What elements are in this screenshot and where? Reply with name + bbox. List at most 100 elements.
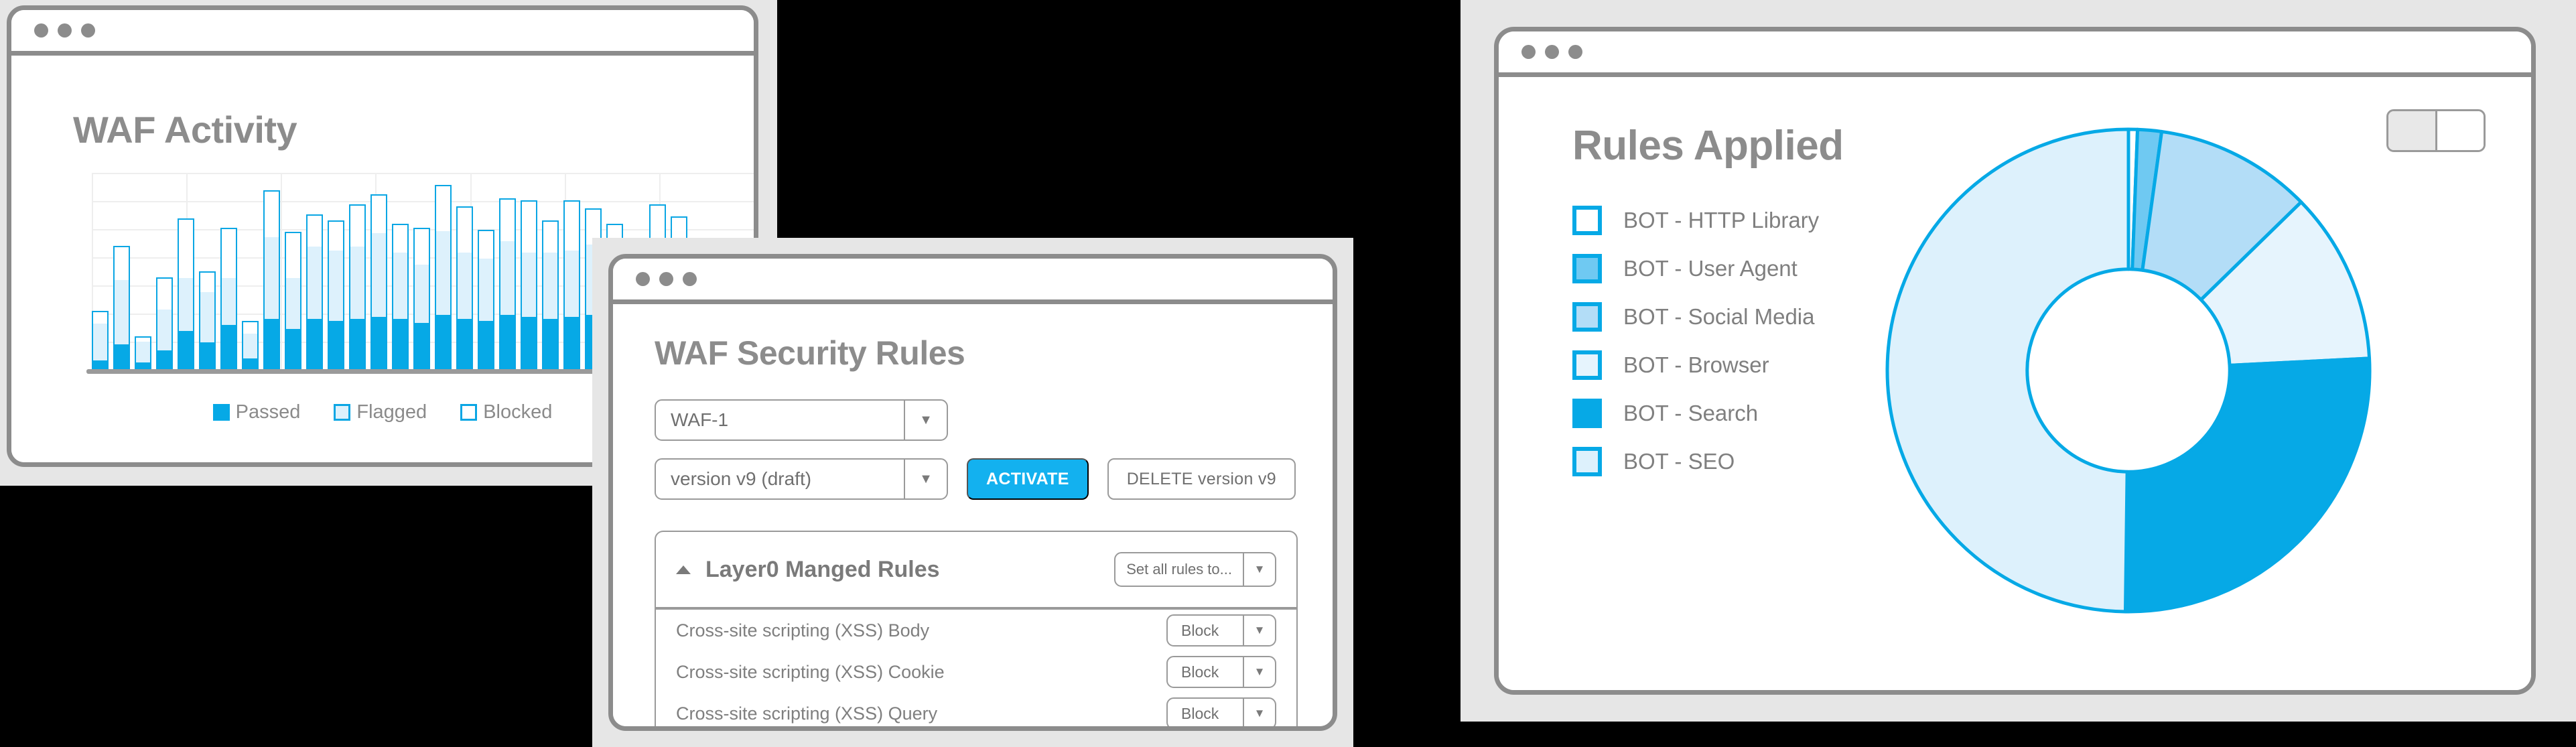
rules-applied-left-panel: Rules Applied BOT - HTTP Library BOT - Us… [1499, 77, 1894, 690]
legend-swatch-blocked-icon [460, 404, 478, 421]
legend-label-blocked: Blocked [483, 401, 553, 423]
donut-legend-swatch-icon [1572, 302, 1602, 332]
chevron-down-icon[interactable]: ▼ [904, 401, 947, 439]
donut-legend-label: BOT - Social Media [1623, 304, 1815, 329]
chart-bar[interactable] [92, 310, 109, 370]
minimize-dot-icon[interactable] [659, 272, 673, 286]
chevron-down-icon[interactable]: ▼ [1243, 616, 1275, 645]
donut-legend-item[interactable]: BOT - Browser [1572, 350, 1894, 380]
chart-bar[interactable] [456, 206, 473, 370]
chart-bar-segment-flagged [479, 259, 493, 322]
rule-action-value: Block [1181, 621, 1219, 639]
version-select[interactable]: version v9 (draft) ▼ [655, 458, 948, 500]
chart-bar-segment-flagged [200, 292, 214, 343]
rules-applied-frame: Rules Applied BOT - HTTP Library BOT - Us… [1494, 27, 2536, 695]
view-toggle[interactable] [2386, 109, 2486, 152]
donut-legend-item[interactable]: BOT - SEO [1572, 447, 1894, 476]
chart-bar[interactable] [499, 198, 516, 370]
chart-bar-segment-flagged [286, 278, 300, 329]
rules-applied-titlebar [1499, 31, 2531, 77]
chart-bar[interactable] [478, 230, 494, 370]
waf-select[interactable]: WAF-1 ▼ [655, 399, 948, 441]
waf-select-value: WAF-1 [671, 409, 729, 430]
chart-bar-segment-passed [350, 319, 364, 370]
donut-chart-svg [1885, 127, 2372, 614]
set-all-rules-select[interactable]: Set all rules to... ▼ [1114, 552, 1276, 587]
chart-bar[interactable] [349, 204, 366, 370]
donut-legend-label: BOT - HTTP Library [1623, 208, 1820, 232]
view-toggle-right-half[interactable] [2437, 111, 2484, 150]
chart-bar[interactable] [542, 220, 559, 370]
view-toggle-left-half[interactable] [2388, 111, 2437, 150]
chart-bar-segment-passed [222, 325, 236, 370]
donut-legend-item[interactable]: BOT - Social Media [1572, 302, 1894, 332]
donut-legend-item[interactable]: BOT - Search [1572, 399, 1894, 428]
chart-bar[interactable] [199, 271, 216, 370]
chart-bar-segment-passed [243, 358, 257, 370]
chart-bar[interactable] [135, 336, 151, 370]
chart-bar[interactable] [328, 220, 344, 370]
maximize-dot-icon[interactable] [1568, 45, 1582, 59]
set-all-rules-value: Set all rules to... [1126, 561, 1232, 578]
chart-bar[interactable] [263, 190, 280, 370]
donut-legend-swatch-icon [1572, 447, 1602, 476]
rule-name: Cross-site scripting (XSS) Cookie [676, 661, 945, 682]
chart-bar-segment-passed [265, 319, 279, 370]
donut-legend-item[interactable]: BOT - HTTP Library [1572, 206, 1894, 235]
chart-bar-segment-passed [93, 360, 107, 370]
donut-legend-label: BOT - Search [1623, 401, 1759, 425]
chart-bar-segment-passed [393, 319, 407, 370]
chart-bar[interactable] [435, 184, 452, 370]
chart-bar[interactable] [370, 194, 387, 370]
chart-bar-segment-flagged [243, 333, 257, 358]
chart-bar[interactable] [392, 224, 409, 370]
delete-version-button[interactable]: DELETE version v9 [1107, 458, 1296, 500]
chart-bar[interactable] [521, 200, 537, 370]
donut-slice[interactable] [1885, 127, 2130, 614]
donut-legend-item[interactable]: BOT - User Agent [1572, 254, 1894, 283]
caret-up-icon[interactable] [676, 565, 691, 574]
chart-bar[interactable] [306, 214, 323, 370]
rule-action-select[interactable]: Block ▼ [1166, 614, 1276, 647]
chart-bar-segment-passed [436, 315, 450, 370]
close-dot-icon[interactable] [34, 23, 48, 38]
legend-item-passed: Passed [212, 401, 300, 423]
maximize-dot-icon[interactable] [683, 272, 697, 286]
legend-label-flagged: Flagged [356, 401, 427, 423]
chevron-down-icon[interactable]: ▼ [1243, 699, 1275, 726]
donut-chart [1874, 116, 2383, 628]
rule-action-select[interactable]: Block ▼ [1166, 697, 1276, 726]
maximize-dot-icon[interactable] [81, 23, 95, 38]
chart-bar-segment-passed [157, 350, 172, 370]
chart-bar-segment-passed [565, 317, 579, 370]
donut-legend-swatch-icon [1572, 206, 1602, 235]
close-dot-icon[interactable] [636, 272, 650, 286]
rule-action-select[interactable]: Block ▼ [1166, 656, 1276, 688]
chart-bar-segment-flagged [350, 247, 364, 320]
chevron-down-icon[interactable]: ▼ [1243, 657, 1275, 687]
chart-bar[interactable] [413, 228, 430, 370]
minimize-dot-icon[interactable] [1545, 45, 1559, 59]
rule-name: Cross-site scripting (XSS) Query [676, 703, 938, 724]
chart-bar[interactable] [242, 320, 259, 370]
chart-bar[interactable] [113, 245, 130, 370]
waf-security-rules-window: WAF Security Rules WAF-1 ▼ version v9 (d… [592, 238, 1353, 747]
rule-action-value: Block [1181, 663, 1219, 681]
chart-bar-segment-flagged [93, 324, 107, 360]
chart-bar[interactable] [156, 277, 173, 370]
chevron-down-icon[interactable]: ▼ [904, 460, 947, 498]
chart-bar[interactable] [220, 228, 237, 370]
chart-bar-segment-flagged [458, 253, 472, 320]
activate-button[interactable]: ACTIVATE [967, 458, 1089, 500]
chart-bar[interactable] [178, 218, 194, 370]
chart-bar-segment-passed [372, 317, 386, 370]
minimize-dot-icon[interactable] [58, 23, 72, 38]
rule-name: Cross-site scripting (XSS) Body [676, 620, 930, 640]
donut-slice[interactable] [2123, 356, 2372, 614]
chart-bar-segment-flagged [222, 278, 236, 326]
chart-bar[interactable] [285, 232, 301, 370]
waf-security-rules-content: WAF Security Rules WAF-1 ▼ version v9 (d… [613, 304, 1333, 726]
chevron-down-icon[interactable]: ▼ [1243, 553, 1275, 586]
close-dot-icon[interactable] [1521, 45, 1536, 59]
chart-bar[interactable] [563, 200, 580, 370]
